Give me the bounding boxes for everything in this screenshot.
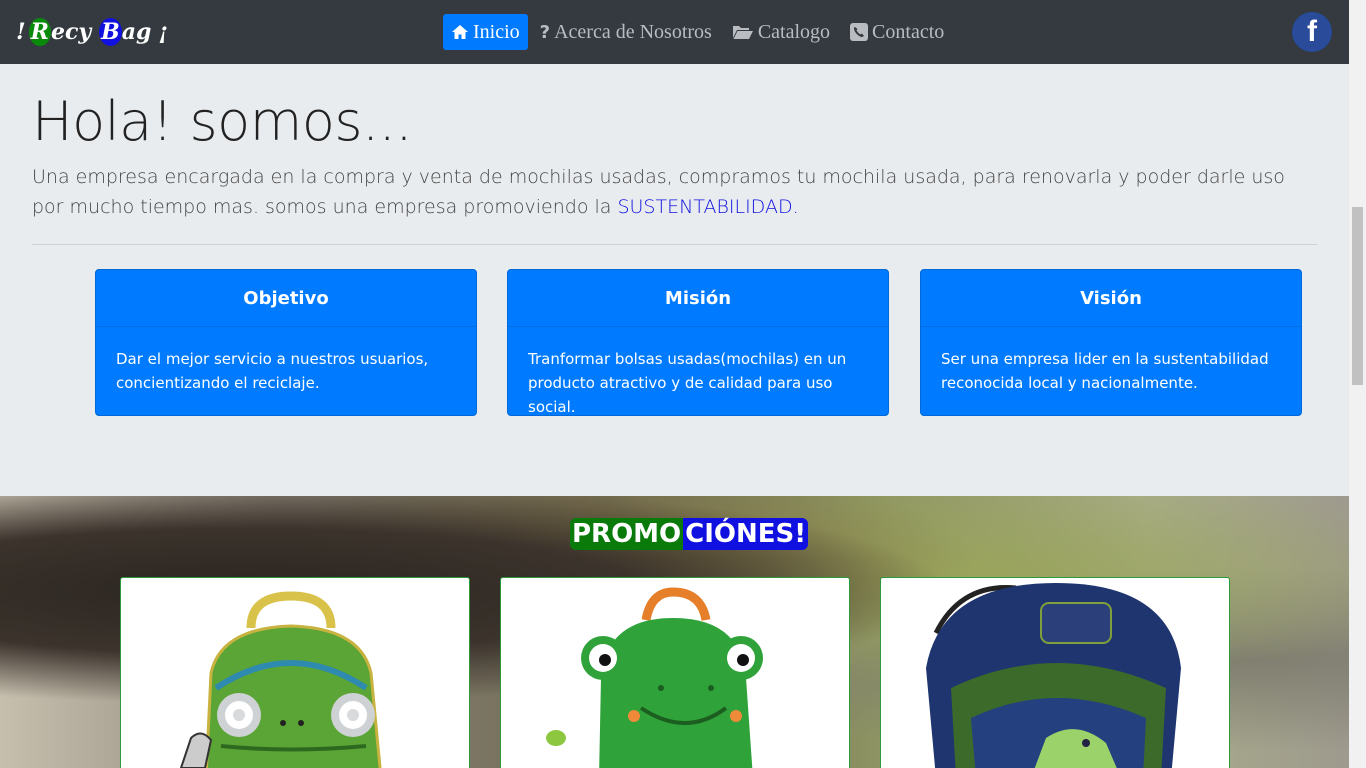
divider	[32, 244, 1317, 245]
card-objetivo: Objetivo Dar el mejor servicio a nuestro…	[95, 269, 477, 416]
brand-letter-r: R	[28, 18, 51, 46]
product-image-backpack-dino	[926, 583, 1181, 768]
promo-section: PROMO CIÓNES!	[0, 496, 1349, 768]
brand-inv-excl: ¡	[158, 19, 169, 45]
nav-item-acerca[interactable]: ? Acerca de Nosotros	[532, 14, 720, 50]
card-body: Dar el mejor servicio a nuestros usuario…	[116, 350, 429, 392]
card-title: Objetivo	[96, 270, 476, 327]
facebook-glyph: f	[1307, 15, 1317, 48]
home-icon	[451, 24, 469, 40]
card-title: Misión	[508, 270, 888, 327]
card-vision: Visión Ser una empresa lider en la suste…	[920, 269, 1302, 416]
brand-word2-rest: ag	[121, 19, 152, 45]
question-icon: ?	[539, 21, 551, 43]
nav-item-contacto[interactable]: Contacto	[842, 14, 952, 50]
brand-letter-b: B	[99, 18, 122, 46]
product-image-backpack-frog-1	[179, 591, 382, 768]
nav-label-contacto: Contacto	[872, 20, 945, 43]
nav-item-inicio[interactable]: Inicio	[443, 14, 528, 50]
navbar: ! Recy Bag ¡ Inicio ? Acerca de Nosotros…	[0, 0, 1349, 64]
brand-word-recy: Recy	[28, 18, 92, 46]
hero-title: Hola! somos...	[32, 90, 413, 153]
page-scrollbar[interactable]	[1349, 0, 1366, 768]
nav-label-inicio: Inicio	[473, 20, 520, 43]
brand-logo[interactable]: ! Recy Bag ¡	[16, 14, 168, 50]
promo-title: PROMO CIÓNES!	[570, 518, 809, 550]
nav-label-catalogo: Catalogo	[757, 20, 831, 43]
hero-highlight: SUSTENTABILIDAD.	[617, 196, 799, 218]
main-nav: Inicio ? Acerca de Nosotros Catalogo Con…	[443, 14, 956, 50]
promo-title-part1: PROMO	[570, 518, 684, 550]
facebook-icon[interactable]: f	[1292, 12, 1332, 52]
product-image-backpack-frog-2	[546, 587, 763, 768]
hero-section: Hola! somos... Una empresa encargada en …	[0, 64, 1349, 496]
brand-excl: !	[16, 19, 26, 45]
card-mision: Misión Tranformar bolsas usadas(mochilas…	[507, 269, 889, 416]
card-title: Visión	[921, 270, 1301, 327]
folder-open-icon	[732, 24, 754, 40]
brand-word-bag: Bag	[98, 18, 152, 46]
product-card[interactable]	[120, 577, 470, 768]
hero-lead: Una empresa encargada en la compra y ven…	[32, 162, 1317, 222]
nav-item-catalogo[interactable]: Catalogo	[724, 14, 838, 50]
card-body: Ser una empresa lider en la sustentabili…	[941, 350, 1269, 392]
product-card[interactable]	[880, 577, 1230, 768]
card-body: Tranformar bolsas usadas(mochilas) en un…	[528, 350, 847, 416]
promo-title-part2: CIÓNES!	[683, 518, 809, 550]
scrollbar-thumb[interactable]	[1352, 207, 1363, 385]
nav-label-acerca: Acerca de Nosotros	[554, 20, 712, 43]
phone-icon	[850, 23, 869, 41]
product-card[interactable]	[500, 577, 850, 768]
brand-word1-rest: ecy	[50, 19, 92, 45]
